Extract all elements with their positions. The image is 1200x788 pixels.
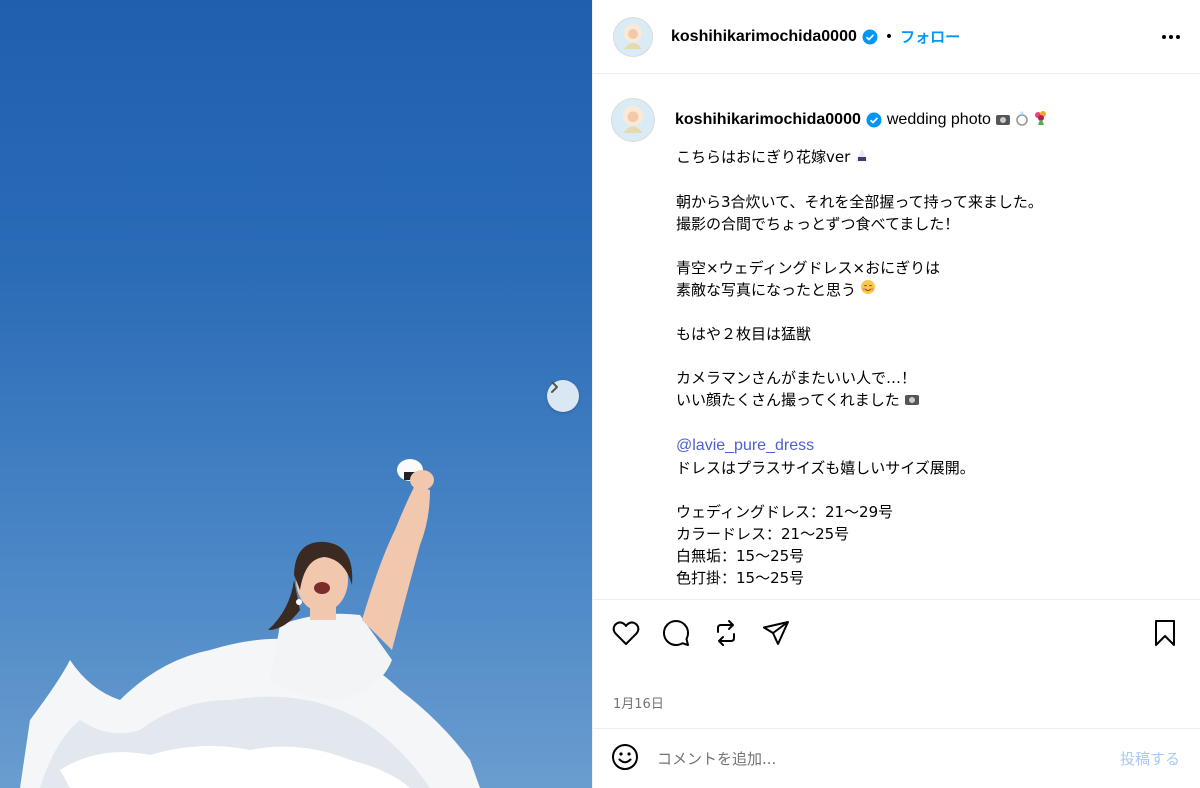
caption-line: 白無垢：15〜25号 (676, 546, 805, 565)
profile-photo-icon (623, 111, 643, 133)
caption-line (676, 301, 1186, 323)
caption-line: いい顔たくさん撮ってくれました (676, 389, 1186, 412)
separator-dot: • (884, 28, 894, 45)
caption-line: 撮影の合間でちょっとずつ食べてました！ (676, 214, 960, 233)
post-comment-button[interactable]: 投稿する (1120, 748, 1180, 769)
comment-button[interactable] (661, 618, 691, 648)
onigiri-icon (854, 147, 870, 169)
ring-icon (1015, 110, 1029, 130)
caption-area[interactable]: koshihikarimochida0000 wedding photo こちら… (593, 74, 1200, 600)
save-button[interactable] (1150, 618, 1180, 648)
bouquet-icon (1033, 110, 1049, 130)
follow-button[interactable]: フォロー (900, 26, 960, 47)
repost-button[interactable] (711, 618, 741, 648)
caption-line (676, 345, 1186, 367)
more-dot (1162, 34, 1166, 39)
profile-photo-icon (624, 28, 642, 49)
carousel-dot (303, 765, 309, 771)
caption-line (676, 412, 1186, 434)
post-photo (0, 0, 592, 788)
post-date[interactable]: 1月16日 (613, 693, 664, 712)
caption-line: こちらはおにぎり花嫁ver (676, 146, 1186, 169)
emoji-icon (612, 743, 638, 770)
caption-line: ウェディングドレス：21〜29号 (676, 502, 894, 521)
more-options-button[interactable] (1162, 34, 1180, 39)
more-dot (1169, 34, 1173, 39)
carousel-dot (313, 765, 319, 771)
carousel-dot (293, 765, 299, 771)
caption-line: 素敵な写真になったと思う (676, 279, 1186, 302)
comment-bar: 投稿する (593, 728, 1200, 788)
caption-avatar[interactable] (611, 98, 655, 142)
caption-title: wedding photo (886, 111, 991, 128)
action-bar (593, 601, 1200, 665)
caption-line (676, 479, 1186, 501)
like-button[interactable] (611, 618, 641, 648)
caption-line: 青空×ウェディングドレス×おにぎりは (676, 258, 941, 277)
caption-line: もはや２枚目は猛獣 (676, 325, 812, 343)
camera-icon (995, 111, 1011, 130)
comment-icon (663, 620, 689, 646)
share-button[interactable] (761, 618, 791, 648)
caption-header: koshihikarimochida0000 wedding photo (611, 98, 1049, 142)
bookmark-icon (1155, 620, 1175, 646)
caption-body: こちらはおにぎり花嫁ver 朝から3合炊いて、それを全部握って持って来ました。 … (676, 146, 1186, 589)
header-username[interactable]: koshihikarimochida0000 (671, 28, 857, 46)
avatar[interactable] (613, 16, 653, 57)
caption-line: ドレスはプラスサイズも嬉しいサイズ展開。 (676, 458, 975, 477)
mention-link[interactable]: @lavie_pure_dress (676, 437, 814, 454)
carousel-dot (283, 765, 289, 771)
heart-icon (612, 621, 640, 645)
camera-icon (904, 390, 920, 412)
caption-line (676, 169, 1186, 191)
caption-line: 色打掛：15〜25号 (676, 568, 805, 587)
chevron-right-icon (551, 381, 558, 393)
comment-input[interactable] (657, 749, 1120, 768)
caption-line (676, 235, 1186, 257)
smiling-face-icon (860, 279, 876, 301)
post-header: koshihikarimochida0000 • フォロー (593, 0, 1200, 74)
verified-badge-icon (866, 112, 882, 128)
more-dot (1176, 34, 1180, 39)
caption-line: カラードレス：21〜25号 (676, 524, 850, 543)
bride-photo-illustration (20, 459, 480, 788)
caption-line: 朝から3合炊いて、それを全部握って持って来ました。 (676, 192, 1043, 211)
verified-badge-icon (862, 29, 878, 45)
caption-line: @lavie_pure_dress (676, 434, 1186, 457)
emoji-button[interactable] (611, 743, 639, 775)
caption-line: カメラマンさんがまたいい人で…！ (676, 369, 917, 387)
carousel-next-button[interactable] (547, 380, 579, 412)
caption-username[interactable]: koshihikarimochida0000 (675, 111, 861, 129)
carousel-indicator (0, 765, 592, 771)
post-side-panel: koshihikarimochida0000 • フォロー koshihikar… (592, 0, 1200, 788)
repost-icon (717, 620, 735, 646)
send-icon (763, 621, 789, 645)
carousel-dot (273, 765, 279, 771)
